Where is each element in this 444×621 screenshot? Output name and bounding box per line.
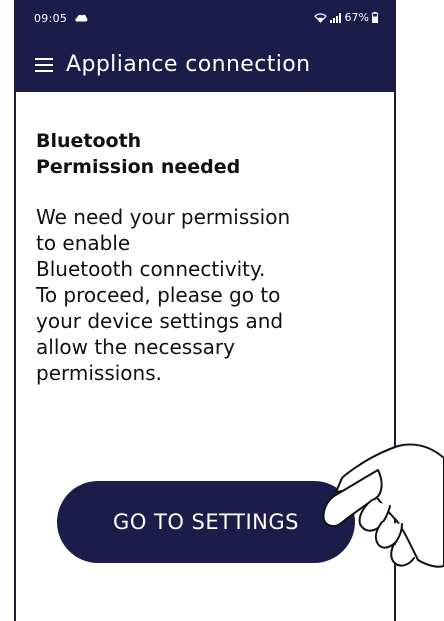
body-line: permissions. <box>36 361 162 385</box>
status-time: 09:05 <box>34 12 68 25</box>
page-title: Appliance connection <box>66 52 311 77</box>
body-line: We need your permission <box>36 205 291 229</box>
body-line: Bluetooth connectivity. <box>36 257 266 281</box>
wifi-icon <box>313 12 327 23</box>
go-to-settings-button[interactable]: GO TO SETTINGS <box>57 481 355 563</box>
pointing-hand-icon <box>322 443 444 568</box>
heading-line: Permission needed <box>36 156 241 178</box>
status-indicators: 67% <box>313 11 378 24</box>
battery-icon <box>372 12 378 23</box>
app-bar: Appliance connection <box>16 36 394 92</box>
battery-percent: 67% <box>344 11 369 24</box>
signal-icon <box>329 12 341 23</box>
cloud-icon <box>75 14 88 22</box>
permission-body: We need your permission to enable Blueto… <box>36 204 376 386</box>
permission-heading: Bluetooth Permission needed <box>36 128 376 180</box>
body-line: to enable <box>36 231 131 255</box>
heading-line: Bluetooth <box>36 130 142 152</box>
status-bar: 09:05 67% <box>16 0 394 36</box>
body-line: To proceed, please go to <box>36 283 281 307</box>
body-line: allow the necessary <box>36 335 235 359</box>
body-line: your device settings and <box>36 309 284 333</box>
permission-message: Bluetooth Permission needed We need your… <box>36 128 376 386</box>
hamburger-menu-icon[interactable] <box>35 58 53 72</box>
